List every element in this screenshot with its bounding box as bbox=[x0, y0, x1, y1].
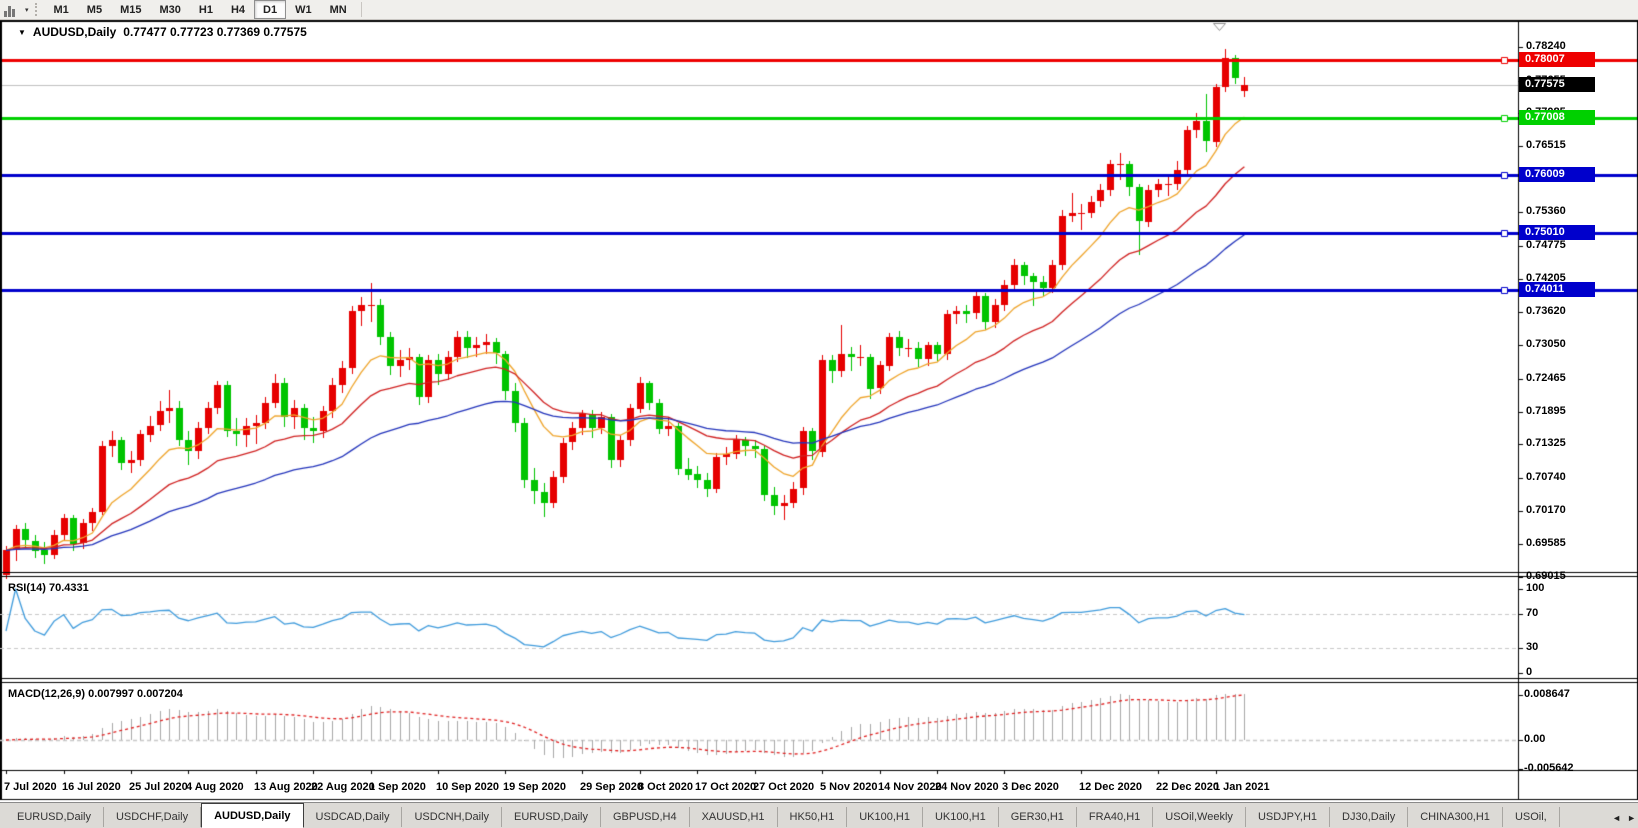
price-axis-tick: 0.70170 bbox=[1526, 504, 1566, 517]
price-axis-tick: 0.72465 bbox=[1526, 372, 1566, 385]
timeframe-button-d1[interactable]: D1 bbox=[254, 0, 286, 19]
chart-period-icon[interactable] bbox=[3, 2, 21, 18]
timeframe-button-mn[interactable]: MN bbox=[321, 0, 356, 19]
rsi-panel-label: RSI(14) 70.4331 bbox=[8, 582, 89, 594]
chart-tab-ger30-h1[interactable]: GER30,H1 bbox=[999, 807, 1077, 827]
symbol-period-label: AUDUSD,Daily bbox=[33, 25, 116, 39]
chart-tab-xauusd-h1[interactable]: XAUUSD,H1 bbox=[690, 807, 778, 827]
symbol-tabs: EURUSD,DailyUSDCHF,DailyAUDUSD,DailyUSDC… bbox=[5, 803, 1560, 828]
chevron-down-icon[interactable]: ▾ bbox=[21, 6, 33, 14]
scroll-left-icon[interactable]: ◄ bbox=[1612, 813, 1621, 823]
chart-tab-dj30-daily[interactable]: DJ30,Daily bbox=[1330, 807, 1408, 827]
chart-tab-usdchf-daily[interactable]: USDCHF,Daily bbox=[104, 807, 201, 827]
timeframe-button-w1[interactable]: W1 bbox=[286, 0, 321, 19]
toolbar-separator bbox=[361, 2, 362, 17]
rsi-axis-tick: 70 bbox=[1526, 607, 1538, 620]
price-axis-tick: 0.76515 bbox=[1526, 139, 1566, 152]
price-axis-tick: 0.75360 bbox=[1526, 205, 1566, 218]
date-label: 29 Sep 2020 bbox=[580, 781, 643, 793]
chart-tab-uk100-h1[interactable]: UK100,H1 bbox=[923, 807, 999, 827]
chart-tab-eurusd-daily[interactable]: EURUSD,Daily bbox=[5, 807, 104, 827]
date-label: 19 Sep 2020 bbox=[503, 781, 566, 793]
chart-tab-eurusd-daily[interactable]: EURUSD,Daily bbox=[502, 807, 601, 827]
price-axis-tick: 0.71895 bbox=[1526, 405, 1566, 418]
price-axis-tick: 0.70740 bbox=[1526, 471, 1566, 484]
timeframe-button-h1[interactable]: H1 bbox=[190, 0, 222, 19]
date-label: 4 Aug 2020 bbox=[186, 781, 244, 793]
date-label: 24 Nov 2020 bbox=[935, 781, 999, 793]
timeframe-button-h4[interactable]: H4 bbox=[222, 0, 254, 19]
hline-price-box: 0.75010 bbox=[1519, 225, 1595, 240]
date-label: 3 Dec 2020 bbox=[1002, 781, 1059, 793]
chart-tab-hk50-h1[interactable]: HK50,H1 bbox=[778, 807, 848, 827]
chart-tab-usdcad-daily[interactable]: USDCAD,Daily bbox=[304, 807, 403, 827]
price-axis-tick: 0.74775 bbox=[1526, 239, 1566, 252]
chart-tab-usdjpy-h1[interactable]: USDJPY,H1 bbox=[1246, 807, 1330, 827]
rsi-axis-tick: 0 bbox=[1526, 666, 1532, 679]
date-label: 25 Jul 2020 bbox=[129, 781, 188, 793]
date-label: 7 Jul 2020 bbox=[4, 781, 57, 793]
date-label: 5 Nov 2020 bbox=[820, 781, 877, 793]
date-label: 1 Jan 2021 bbox=[1214, 781, 1270, 793]
timeframe-button-m30[interactable]: M30 bbox=[150, 0, 189, 19]
chart-tab-uk100-h1[interactable]: UK100,H1 bbox=[847, 807, 923, 827]
rsi-axis-tick: 100 bbox=[1526, 582, 1544, 595]
price-axis-tick: 0.73620 bbox=[1526, 305, 1566, 318]
timeframe-button-m15[interactable]: M15 bbox=[111, 0, 150, 19]
chart-tab-fra40-h1[interactable]: FRA40,H1 bbox=[1077, 807, 1153, 827]
chart-tab-usoil-[interactable]: USOil, bbox=[1503, 807, 1560, 827]
date-label: 27 Oct 2020 bbox=[753, 781, 814, 793]
chart-tab-usoil-weekly[interactable]: USOil,Weekly bbox=[1153, 807, 1246, 827]
date-label: 16 Jul 2020 bbox=[62, 781, 121, 793]
date-label: 14 Nov 2020 bbox=[878, 781, 942, 793]
date-label: 8 Oct 2020 bbox=[638, 781, 693, 793]
timeframe-toolbar: ▾ M1M5M15M30H1H4D1W1MN bbox=[0, 0, 1638, 20]
ohlc-values: 0.77477 0.77723 0.77369 0.77575 bbox=[123, 25, 307, 39]
macd-axis-tick: 0.008647 bbox=[1524, 688, 1570, 701]
hline-price-box: 0.76009 bbox=[1519, 167, 1595, 182]
hline-price-box: 0.77008 bbox=[1519, 110, 1595, 125]
chart-title: ▼ AUDUSD,Daily 0.77477 0.77723 0.77369 0… bbox=[18, 25, 307, 39]
macd-axis-tick: -0.005642 bbox=[1524, 762, 1574, 775]
chart-tab-audusd-daily[interactable]: AUDUSD,Daily bbox=[201, 803, 303, 828]
hline-price-box: 0.78007 bbox=[1519, 52, 1595, 67]
date-label: 17 Oct 2020 bbox=[695, 781, 756, 793]
chart-canvas[interactable] bbox=[0, 0, 1638, 828]
chart-tab-gbpusd-h4[interactable]: GBPUSD,H4 bbox=[601, 807, 690, 827]
symbol-tabbar: EURUSD,DailyUSDCHF,DailyAUDUSD,DailyUSDC… bbox=[0, 802, 1638, 828]
timeframe-button-m5[interactable]: M5 bbox=[78, 0, 111, 19]
date-label: 1 Sep 2020 bbox=[369, 781, 426, 793]
date-label: 12 Dec 2020 bbox=[1079, 781, 1142, 793]
timeframe-button-m1[interactable]: M1 bbox=[45, 0, 78, 19]
price-axis-tick: 0.73050 bbox=[1526, 338, 1566, 351]
current-price-box: 0.77575 bbox=[1519, 77, 1595, 92]
window-menu-icon[interactable]: ▼ bbox=[18, 28, 26, 37]
toolbar-grip bbox=[35, 3, 39, 16]
date-label: 22 Aug 2020 bbox=[311, 781, 375, 793]
macd-axis-tick: 0.00 bbox=[1524, 733, 1545, 746]
scroll-right-icon[interactable]: ► bbox=[1627, 813, 1636, 823]
price-axis-tick: 0.71325 bbox=[1526, 437, 1566, 450]
hline-price-box: 0.74011 bbox=[1519, 282, 1595, 297]
price-axis-tick: 0.69585 bbox=[1526, 537, 1566, 550]
macd-panel-label: MACD(12,26,9) 0.007997 0.007204 bbox=[8, 688, 183, 700]
date-label: 13 Aug 2020 bbox=[254, 781, 318, 793]
date-label: 22 Dec 2020 bbox=[1156, 781, 1219, 793]
chart-tab-china300-h1[interactable]: CHINA300,H1 bbox=[1408, 807, 1503, 827]
rsi-axis-tick: 30 bbox=[1526, 641, 1538, 654]
tab-scroll-arrows: ◄ ► bbox=[1612, 813, 1636, 823]
chart-tab-usdcnh-daily[interactable]: USDCNH,Daily bbox=[402, 807, 502, 827]
timeframe-buttons: M1M5M15M30H1H4D1W1MN bbox=[45, 0, 356, 19]
date-label: 10 Sep 2020 bbox=[436, 781, 499, 793]
